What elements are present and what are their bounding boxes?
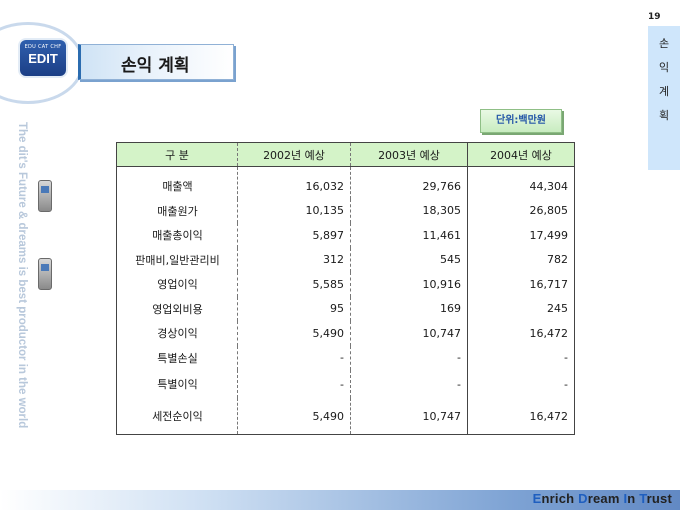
row-label: 판매비,일반관리비	[116, 247, 238, 272]
table-cell: 5,490	[237, 398, 351, 435]
table-cell: 5,897	[237, 223, 351, 248]
table-cell: 10,747	[350, 321, 468, 346]
unit-badge: 단위:백만원	[480, 109, 562, 133]
table-header-row: 구 분 2002년 예상 2003년 예상 2004년 예상	[116, 142, 575, 167]
financial-plan-table: 구 분 2002년 예상 2003년 예상 2004년 예상 매출액 16,03…	[116, 142, 575, 435]
phone-icon	[38, 258, 52, 290]
side-label-char: 익	[658, 61, 670, 74]
table-row: 판매비,일반관리비 312 545 782	[116, 247, 575, 272]
column-header: 2003년 예상	[350, 142, 468, 167]
slogan-word: nrich	[541, 491, 579, 506]
table-row: 매출총이익 5,897 11,461 17,499	[116, 223, 575, 248]
row-label: 매출원가	[116, 198, 238, 223]
table-cell: 16,717	[467, 272, 575, 297]
logo-text: EDIT	[28, 51, 58, 66]
slogan-word: n	[627, 491, 640, 506]
table-cell: 18,305	[350, 198, 468, 223]
table-cell: 26,805	[467, 198, 575, 223]
table-cell: 245	[467, 296, 575, 321]
page-number: 19	[648, 12, 661, 22]
table-cell: 312	[237, 247, 351, 272]
vertical-tagline-text: The dit's Future & dreams is best produc…	[16, 122, 28, 429]
table-cell: -	[237, 370, 351, 398]
table-cell: 5,585	[237, 272, 351, 297]
table-cell: 169	[350, 296, 468, 321]
table-cell: 95	[237, 296, 351, 321]
company-logo: EDU CAT CHF EDIT	[20, 40, 66, 76]
table-row: 특별이익 - - -	[116, 370, 575, 398]
table-row: 세전순이익 5,490 10,747 16,472	[116, 398, 575, 435]
table-cell: 11,461	[350, 223, 468, 248]
side-section-label: 손 익 계 획	[648, 26, 680, 170]
side-label-char: 손	[658, 37, 670, 50]
table-cell: 10,135	[237, 198, 351, 223]
phone-icon	[38, 180, 52, 212]
slogan-initial: T	[639, 491, 647, 506]
table-row: 매출액 16,032 29,766 44,304	[116, 166, 575, 199]
table-cell: -	[467, 370, 575, 398]
row-label: 영업외비용	[116, 296, 238, 321]
table-cell: 5,490	[237, 321, 351, 346]
title-banner: 손익 계획	[78, 44, 234, 80]
table-cell: 16,472	[467, 398, 575, 435]
slogan-initial: D	[578, 491, 588, 506]
table-row: 영업이익 5,585 10,916 16,717	[116, 272, 575, 297]
table-row: 영업외비용 95 169 245	[116, 296, 575, 321]
table-cell: -	[350, 345, 468, 370]
table-cell: 10,916	[350, 272, 468, 297]
table-cell: 16,032	[237, 166, 351, 199]
table-cell: 44,304	[467, 166, 575, 199]
row-label: 특별손실	[116, 345, 238, 370]
row-label: 특별이익	[116, 370, 238, 398]
slogan-word: rust	[646, 491, 672, 506]
page-title: 손익 계획	[121, 56, 190, 76]
slogan-initial: E	[532, 491, 542, 506]
row-label: 영업이익	[116, 272, 238, 297]
table-cell: 16,472	[467, 321, 575, 346]
column-header: 구 분	[116, 142, 238, 167]
table-cell: -	[467, 345, 575, 370]
footer-slogan: Enrich Dream In Trust	[533, 491, 672, 506]
logo-small-text: EDU CAT CHF	[24, 44, 62, 50]
column-header: 2004년 예상	[467, 142, 575, 167]
row-label: 경상이익	[116, 321, 238, 346]
table-cell: 782	[467, 247, 575, 272]
side-label-char: 계	[658, 85, 670, 98]
footer-bar: Enrich Dream In Trust	[0, 490, 680, 510]
row-label: 매출액	[116, 166, 238, 199]
table-row: 특별손실 - - -	[116, 345, 575, 370]
table-row: 매출원가 10,135 18,305 26,805	[116, 198, 575, 223]
vertical-tagline: The dit's Future & dreams is best produc…	[4, 122, 30, 472]
slogan-word: ream	[587, 491, 624, 506]
table-cell: -	[237, 345, 351, 370]
table-cell: 545	[350, 247, 468, 272]
table-cell: 10,747	[350, 398, 468, 435]
table-cell: 17,499	[467, 223, 575, 248]
column-header: 2002년 예상	[237, 142, 351, 167]
table-row: 경상이익 5,490 10,747 16,472	[116, 321, 575, 346]
table-cell: -	[350, 370, 468, 398]
row-label: 세전순이익	[116, 398, 238, 435]
side-label-char: 획	[658, 109, 670, 122]
table-cell: 29,766	[350, 166, 468, 199]
row-label: 매출총이익	[116, 223, 238, 248]
